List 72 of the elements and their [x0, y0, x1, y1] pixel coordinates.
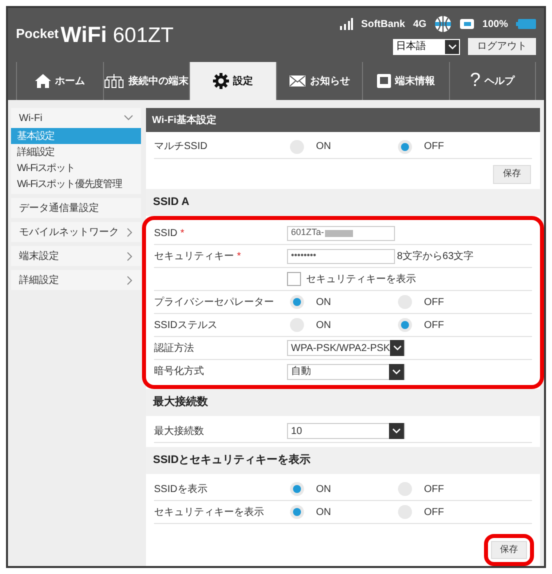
field-label: 認証方法	[154, 342, 194, 356]
model-name: 601ZT	[112, 25, 174, 46]
field-label: 最大接続数	[154, 424, 204, 438]
section-heading: SSID A	[146, 189, 540, 216]
sidebar-subitem[interactable]: Wi-Fiスポット	[11, 160, 141, 176]
option-label: ON	[316, 140, 331, 154]
field-label: SSIDを表示	[154, 482, 208, 496]
home-icon	[34, 74, 51, 88]
field-label: プライバシーセパレーター	[154, 296, 274, 310]
nav-tab[interactable]: 設定	[189, 62, 276, 100]
sidebar-subitem[interactable]: 詳細設定	[11, 144, 141, 160]
sidebar-subitem[interactable]: Wi-Fiスポット優先度管理	[11, 176, 141, 192]
caret-icon	[445, 40, 459, 54]
devices-icon	[104, 74, 124, 88]
select-field[interactable]: 10	[287, 423, 405, 439]
field-label: セキュリティキー	[154, 250, 234, 264]
language-select[interactable]: 日本語	[393, 38, 460, 54]
option-label: OFF	[424, 140, 444, 154]
select-field[interactable]: WPA-PSK/WPA2-PSK	[287, 340, 405, 356]
battery-level: 100%	[482, 18, 508, 32]
globe-icon	[434, 15, 452, 33]
signal-icon	[339, 18, 354, 30]
field-label: マルチSSID	[154, 140, 208, 154]
save-button[interactable]: 保存	[493, 164, 531, 184]
sim-icon	[460, 19, 474, 29]
radio-button[interactable]	[398, 318, 412, 332]
caret-icon	[390, 340, 404, 356]
envelope-icon	[288, 75, 306, 87]
radio-button[interactable]	[290, 505, 304, 519]
sidebar-item[interactable]: 詳細設定	[11, 270, 141, 290]
carrier-name: SoftBank	[361, 18, 406, 32]
radio-button[interactable]	[398, 140, 412, 154]
caret-icon	[389, 364, 404, 380]
sidebar-item[interactable]: 端末設定	[11, 246, 141, 266]
field-label: SSIDステルス	[154, 318, 218, 332]
checkbox-label: セキュリティキーを表示	[306, 272, 416, 286]
option-label: ON	[316, 318, 331, 332]
field-hint: 8文字から63文字	[397, 250, 474, 264]
input-field[interactable]: 601ZTa-	[287, 226, 395, 240]
settings-icon	[212, 73, 229, 89]
option-label: ON	[316, 482, 331, 496]
sidebar-item[interactable]: モバイルネットワーク	[11, 222, 141, 242]
battery-icon	[516, 19, 536, 29]
sidebar-item[interactable]: Wi-Fi	[11, 108, 141, 128]
section-heading: SSIDとセキュリティキーを表示	[146, 447, 540, 474]
caret-icon	[389, 423, 404, 439]
checkbox[interactable]	[287, 272, 301, 286]
option-label: OFF	[424, 482, 444, 496]
save-button[interactable]: 保存	[491, 541, 527, 559]
option-label: OFF	[424, 296, 444, 310]
network-type: 4G	[413, 18, 426, 32]
option-label: OFF	[424, 506, 444, 520]
sidebar-item[interactable]: データ通信量設定	[11, 198, 141, 218]
option-label: ON	[316, 296, 331, 310]
option-label: ON	[316, 506, 331, 520]
required-mark: *	[180, 226, 184, 240]
logo-text: Pocket	[16, 24, 59, 43]
radio-button[interactable]	[290, 295, 304, 309]
input-field[interactable]: ••••••••	[287, 248, 395, 264]
field-label: SSID	[154, 226, 178, 240]
logo-text: WiFi	[60, 24, 107, 46]
select-field[interactable]: 自動	[287, 364, 405, 380]
option-label: OFF	[424, 318, 444, 332]
field-label: 暗号化方式	[154, 364, 204, 379]
logout-button[interactable]: ログアウト	[468, 38, 536, 55]
help-icon: ?	[470, 66, 481, 96]
required-mark: *	[237, 250, 241, 264]
radio-button[interactable]	[290, 482, 304, 496]
section-heading: 最大接続数	[146, 389, 540, 416]
field-label: セキュリティキーを表示	[154, 506, 264, 520]
panel-title: Wi-Fi基本設定	[146, 108, 540, 132]
square-icon	[376, 74, 391, 88]
